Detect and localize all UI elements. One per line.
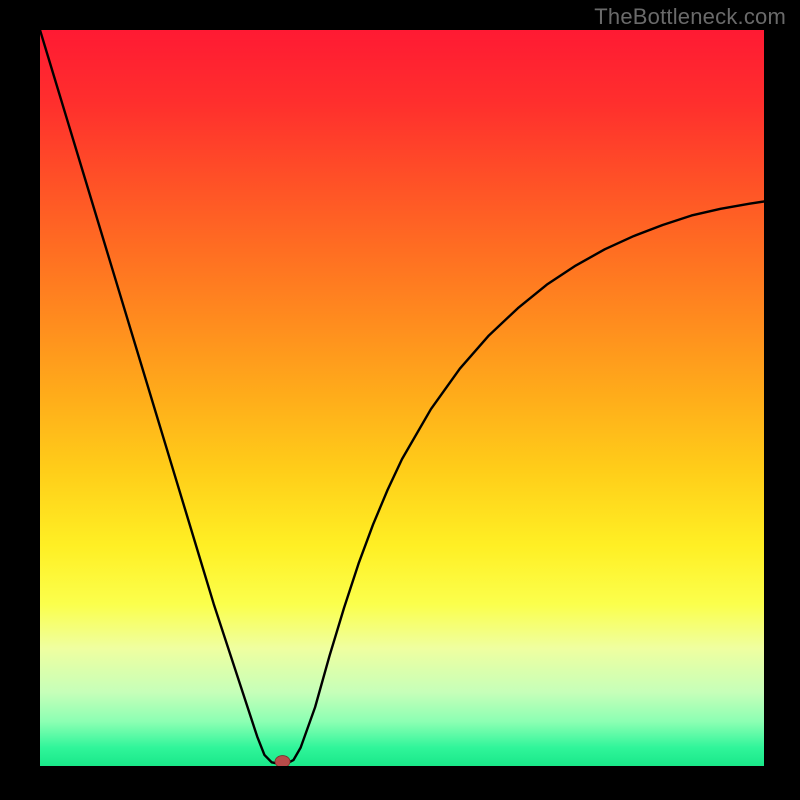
chart-svg — [40, 30, 764, 766]
chart-frame: TheBottleneck.com — [0, 0, 800, 800]
optimum-marker — [275, 756, 290, 766]
chart-background-gradient — [40, 30, 764, 766]
plot-area — [40, 30, 764, 766]
watermark-text: TheBottleneck.com — [594, 4, 786, 30]
